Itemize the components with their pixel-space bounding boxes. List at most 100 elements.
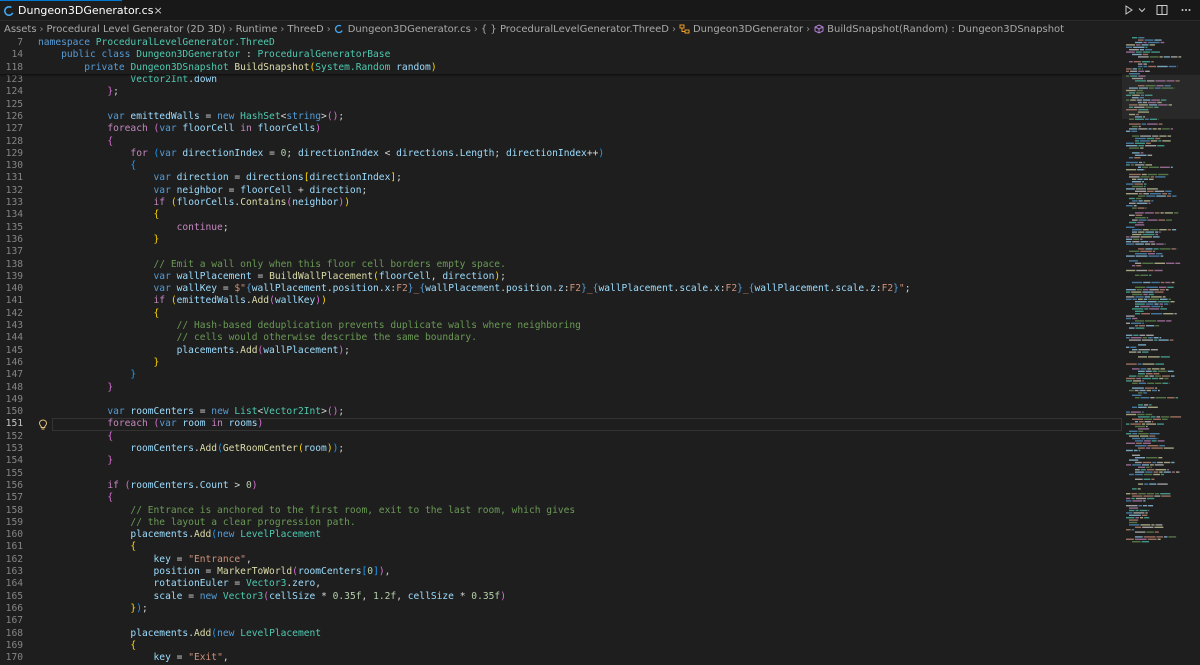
minimap-line (1133, 47, 1144, 48)
minimap-line (1136, 378, 1141, 379)
tab-dungeon3dgenerator[interactable]: Dungeon3DGenerator.cs × (0, 0, 122, 20)
breadcrumb-item[interactable]: { } ProceduralLevelGenerator.ThreeD (481, 24, 669, 35)
code-editor[interactable]: 123 Vector2Int.down124 };125126 var emit… (0, 37, 1122, 661)
code-line[interactable]: 154 } (0, 455, 1122, 467)
code-line[interactable]: 157 { (0, 492, 1122, 504)
minimap-line (1142, 380, 1144, 381)
tab-label: Dungeon3DGenerator.cs (18, 4, 153, 17)
code-line[interactable]: 155 (0, 468, 1122, 480)
breadcrumb-item[interactable]: Dungeon3DGenerator.cs (334, 24, 471, 35)
code-line[interactable]: 146 } (0, 357, 1122, 369)
code-line[interactable]: 161 { (0, 541, 1122, 553)
breadcrumb-item[interactable]: Runtime (236, 24, 278, 35)
minimap-line (1131, 131, 1137, 132)
code-line[interactable]: 132 var neighbor = floorCell + direction… (0, 185, 1122, 197)
code-line[interactable]: 145 placements.Add(wallPlacement); (0, 345, 1122, 357)
code-line[interactable]: 153 roomCenters.Add(GetRoomCenter(room))… (0, 443, 1122, 455)
line-number: 147 (0, 369, 23, 381)
code-line[interactable]: 151 foreach (var room in rooms) (0, 418, 1122, 430)
code-line[interactable]: 129 for (var directionIndex = 0; directi… (0, 148, 1122, 160)
minimap-line (1151, 313, 1162, 314)
code-line[interactable]: 124 }; (0, 86, 1122, 98)
code-line[interactable]: 141 if (emittedWalls.Add(wallKey)) (0, 295, 1122, 307)
code-line[interactable]: 156 if (roomCenters.Count > 0) (0, 480, 1122, 492)
code-line[interactable]: 144 // cells would otherwise describe th… (0, 332, 1122, 344)
code-token: , (362, 591, 374, 602)
code-token: F2 (882, 283, 894, 294)
code-line[interactable]: 135 continue; (0, 222, 1122, 234)
minimap[interactable] (1122, 37, 1200, 661)
code-line[interactable]: 148 } (0, 382, 1122, 394)
line-number: 160 (0, 529, 23, 541)
breadcrumb-item[interactable]: Assets (4, 24, 37, 35)
code-line[interactable]: 150 var roomCenters = new List<Vector2In… (0, 406, 1122, 418)
code-line[interactable]: 140 var wallKey = $"{wallPlacement.posit… (0, 283, 1122, 295)
breadcrumb-item[interactable]: Dungeon3DGenerator (679, 24, 803, 35)
minimap-viewport[interactable] (1122, 75, 1200, 119)
code-line[interactable]: 170 key = "Exit", (0, 652, 1122, 664)
sticky-scroll-line[interactable]: 118 private Dungeon3DSnapshot BuildSnaps… (0, 62, 1122, 74)
code-line[interactable]: 149 (0, 394, 1122, 406)
code-line[interactable]: 127 foreach (var floorCell in floorCells… (0, 123, 1122, 135)
code-line[interactable]: 125 (0, 99, 1122, 111)
minimap-line (1131, 498, 1135, 499)
minimap-line (1129, 147, 1139, 148)
code-line[interactable]: 168 placements.Add(new LevelPlacement (0, 628, 1122, 640)
code-line[interactable]: 128 { (0, 136, 1122, 148)
code-line[interactable]: 152 { (0, 431, 1122, 443)
code-token: } (107, 455, 113, 466)
code-token (38, 357, 154, 368)
minimap-line (1126, 296, 1134, 297)
run-icon[interactable] (1121, 2, 1137, 18)
code-line[interactable]: 139 var wallPlacement = BuildWallPlaceme… (0, 271, 1122, 283)
sticky-scroll-line[interactable]: 7namespace ProceduralLevelGenerator.Thre… (0, 37, 1122, 49)
minimap-line (1141, 236, 1152, 237)
code-line[interactable]: 136 } (0, 234, 1122, 246)
line-number: 130 (0, 160, 23, 172)
minimap-line (1145, 145, 1156, 146)
split-editor-icon[interactable] (1154, 2, 1170, 18)
code-token: floorCell (240, 185, 292, 196)
code-line[interactable]: 133 if (floorCells.Contains(neighbor)) (0, 197, 1122, 209)
close-icon[interactable]: × (153, 4, 162, 17)
minimap-line (1138, 356, 1147, 357)
minimap-line (1151, 200, 1153, 201)
code-line[interactable]: 160 placements.Add(new LevelPlacement (0, 529, 1122, 541)
code-line[interactable]: 143 // Hash-based deduplication prevents… (0, 320, 1122, 332)
code-token (38, 320, 177, 331)
code-line[interactable]: 137 (0, 246, 1122, 258)
code-line[interactable]: 165 scale = new Vector3(cellSize * 0.35f… (0, 591, 1122, 603)
code-line[interactable]: 169 { (0, 640, 1122, 652)
code-line[interactable]: 147 } (0, 369, 1122, 381)
breadcrumb-item[interactable]: Procedural Level Generator (2D 3D) (47, 24, 226, 35)
code-token: * (454, 591, 471, 602)
chevron-down-icon[interactable] (1138, 2, 1146, 18)
code-line[interactable]: 162 key = "Entrance", (0, 554, 1122, 566)
minimap-line (1138, 231, 1144, 232)
minimap-line (1135, 224, 1144, 225)
minimap-line (1139, 421, 1144, 422)
more-icon[interactable] (1178, 2, 1194, 18)
code-token: { (107, 431, 113, 442)
code-token: wallPlacement (263, 345, 338, 356)
breadcrumb-item[interactable]: ThreeD (287, 24, 323, 35)
code-line[interactable]: 134 { (0, 209, 1122, 221)
code-line[interactable]: 126 var emittedWalls = new HashSet<strin… (0, 111, 1122, 123)
code-line[interactable]: 164 rotationEuler = Vector3.zero, (0, 578, 1122, 590)
code-line[interactable]: 158 // Entrance is anchored to the first… (0, 505, 1122, 517)
breadcrumb-item[interactable]: BuildSnapshot(Random) : Dungeon3DSnapsho… (813, 24, 1064, 35)
code-line[interactable]: 131 var direction = directions[direction… (0, 172, 1122, 184)
code-line[interactable]: 167 (0, 615, 1122, 627)
minimap-line (1138, 71, 1144, 72)
code-line[interactable]: 163 position = MarkerToWorld(roomCenters… (0, 566, 1122, 578)
code-line[interactable]: 166 }); (0, 603, 1122, 615)
sticky-scroll-line[interactable]: 14 public class Dungeon3DGenerator : Pro… (0, 49, 1122, 61)
code-line[interactable]: 142 { (0, 308, 1122, 320)
minimap-line (1145, 47, 1147, 48)
code-text: private Dungeon3DSnapshot BuildSnapshot(… (38, 62, 437, 74)
code-line[interactable]: 130 { (0, 160, 1122, 172)
minimap-line (1165, 212, 1173, 213)
minimap-line (1133, 335, 1138, 336)
code-line[interactable]: 138 // Emit a wall only when this floor … (0, 259, 1122, 271)
code-line[interactable]: 159 // the layout a clear progression pa… (0, 517, 1122, 529)
